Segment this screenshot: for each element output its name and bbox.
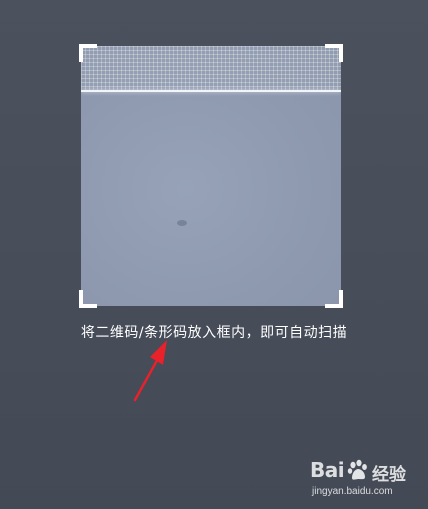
scanner-screen: 将二维码/条形码放入框内，即可自动扫描 Bai 经验 jingyan.baidu…	[0, 0, 428, 509]
annotation-arrow-icon	[133, 340, 167, 402]
watermark-suffix: 经验	[372, 465, 406, 485]
watermark-brand: Bai	[310, 458, 345, 482]
baidu-jingyan-watermark: Bai 经验 jingyan.baidu.com	[306, 456, 422, 502]
baidu-paw-icon	[347, 459, 367, 480]
watermark-url: jingyan.baidu.com	[312, 486, 393, 497]
